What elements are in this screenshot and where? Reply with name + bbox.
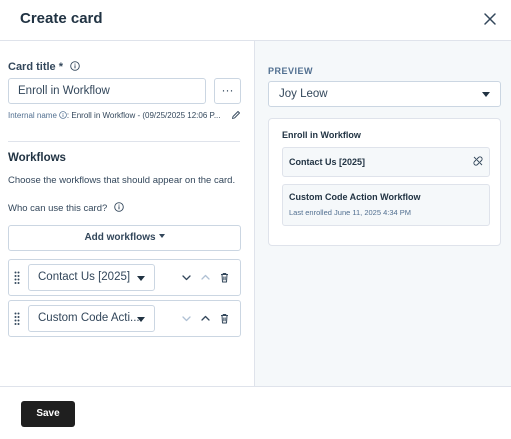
preview-workflow-name: Contact Us [2025] <box>289 157 366 167</box>
internal-name-label: Internal name <box>8 111 57 120</box>
info-icon[interactable] <box>59 111 67 119</box>
card-title-input[interactable]: Enroll in Workflow <box>8 78 206 104</box>
save-button[interactable]: Save <box>21 401 75 427</box>
workflows-section-title: Workflows <box>8 152 66 164</box>
workflow-select[interactable]: Contact Us [2025] <box>28 264 155 291</box>
dropdown-arrow-icon <box>137 317 145 322</box>
preview-workflow-name: Custom Code Action Workflow <box>289 192 421 202</box>
modal-title: Create card <box>20 10 103 27</box>
chevron-up-icon <box>201 274 210 280</box>
unlink-icon[interactable] <box>473 156 483 166</box>
preview-contact-select[interactable]: Joy Leow <box>268 81 501 107</box>
workflows-description: Choose the workflows that should appear … <box>8 175 236 186</box>
modal-header: Create card <box>0 0 511 41</box>
workflow-row: Custom Code Acti... <box>8 300 241 337</box>
more-options-button[interactable]: ··· <box>214 78 241 104</box>
who-can-use-label: Who can use this card? <box>8 202 124 214</box>
pencil-icon[interactable] <box>231 110 241 120</box>
divider <box>8 141 240 142</box>
dropdown-arrow-icon <box>137 276 145 281</box>
preview-workflow-item[interactable]: Custom Code Action Workflow Last enrolle… <box>282 184 490 226</box>
caret-down-icon <box>158 234 165 238</box>
preview-panel: PREVIEW Joy Leow Enroll in Workflow Cont… <box>254 41 511 386</box>
preview-card-title: Enroll in Workflow <box>282 130 361 140</box>
preview-card: Enroll in Workflow Contact Us [2025] Cus… <box>268 118 501 246</box>
preview-workflow-last-enrolled: Last enrolled June 11, 2025 4:34 PM <box>289 208 412 217</box>
close-icon[interactable] <box>481 10 499 28</box>
form-panel: Card title * Enroll in Workflow ··· Inte… <box>0 41 254 396</box>
drag-handle-icon[interactable] <box>14 271 20 285</box>
add-workflows-button[interactable]: Add workflows <box>8 225 241 251</box>
trash-icon[interactable] <box>219 272 230 283</box>
preview-workflow-item[interactable]: Contact Us [2025] <box>282 147 490 177</box>
info-icon[interactable] <box>70 61 80 71</box>
modal-footer: Save <box>0 386 511 439</box>
dropdown-arrow-icon <box>482 92 490 97</box>
drag-handle-icon[interactable] <box>14 312 20 326</box>
trash-icon[interactable] <box>219 313 230 324</box>
info-icon[interactable] <box>114 202 124 212</box>
workflow-select[interactable]: Custom Code Acti... <box>28 305 155 332</box>
card-title-label: Card title * <box>8 61 80 73</box>
preview-label: PREVIEW <box>268 66 314 76</box>
workflow-row: Contact Us [2025] <box>8 259 241 296</box>
chevron-up-icon[interactable] <box>200 313 211 324</box>
chevron-down-icon[interactable] <box>181 272 192 283</box>
internal-name: Internal name : Enroll in Workflow - (09… <box>8 111 243 120</box>
chevron-down-icon <box>182 316 191 322</box>
internal-name-value: : Enroll in Workflow - (09/25/2025 12:06… <box>66 111 221 120</box>
